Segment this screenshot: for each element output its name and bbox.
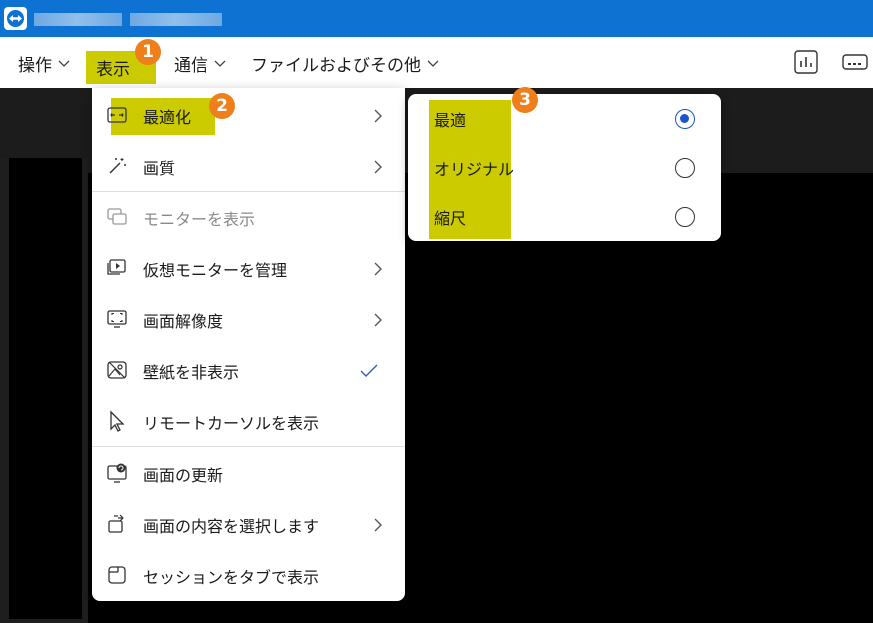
- view-menu-item-fit[interactable]: 最適化: [92, 90, 405, 141]
- wallpaper-icon: [107, 361, 127, 379]
- tab-icon: [108, 566, 126, 584]
- view-menu-item-select-content[interactable]: 画面の内容を選択します: [92, 499, 405, 550]
- refresh-screen-icon: [107, 463, 127, 483]
- fit-option-scaled[interactable]: 縮尺: [408, 192, 721, 241]
- remote-left-panel-inner: [9, 158, 82, 619]
- fit-screen-icon: [107, 107, 127, 123]
- menu-files-extras[interactable]: ファイルおよびその他: [251, 50, 441, 76]
- remote-keyboard-icon[interactable]: [841, 48, 869, 76]
- menu-bar: 操作 表示 1 通信 ファイルおよびその他: [0, 37, 873, 88]
- view-menu-item-fit-label: 最適化: [143, 107, 192, 127]
- view-menu-item-select-content-label: 画面の内容を選択します: [143, 516, 320, 536]
- checkmark-icon: [360, 364, 378, 377]
- radio-selected[interactable]: [675, 108, 695, 129]
- chevron-right-icon: [374, 262, 382, 275]
- menu-separator: [92, 446, 405, 447]
- step-badge-1: 1: [135, 39, 161, 65]
- menu-actions-label: 操作: [18, 55, 52, 76]
- menu-view-label: 表示: [96, 60, 130, 80]
- view-menu-item-refresh-screen-label: 画面の更新: [143, 465, 224, 485]
- step-badge-2: 2: [209, 93, 235, 119]
- teamviewer-logo-icon: [4, 7, 27, 30]
- magic-wand-icon: [109, 158, 126, 174]
- view-menu-item-screen-resolution-label: 画面解像度: [143, 311, 224, 331]
- view-menu-item-screen-resolution[interactable]: 画面解像度: [92, 294, 405, 345]
- chevron-right-icon: [374, 518, 382, 531]
- menu-actions[interactable]: 操作: [18, 50, 72, 76]
- chevron-right-icon: [374, 313, 382, 326]
- stats-chart-icon[interactable]: [792, 48, 820, 76]
- blurred-title-text: [34, 13, 122, 26]
- chevron-right-icon: [374, 160, 382, 173]
- cursor-icon: [110, 410, 125, 432]
- chevron-down-icon: [214, 60, 226, 67]
- chevron-down-icon: [58, 60, 70, 67]
- fit-option-best-fit-label: 最適: [434, 110, 467, 130]
- monitors-icon: [107, 208, 127, 225]
- select-content-icon: [108, 514, 124, 533]
- view-menu-item-virtual-monitors-label: 仮想モニターを管理: [143, 260, 288, 280]
- view-menu-item-hide-wallpaper[interactable]: 壁紙を非表示: [92, 345, 405, 396]
- chevron-down-icon: [427, 60, 439, 67]
- view-menu-item-remote-cursor[interactable]: リモートカーソルを表示: [92, 396, 405, 447]
- title-bar: [0, 0, 873, 37]
- view-menu-item-show-monitors: モニターを表示: [92, 192, 405, 243]
- view-menu-item-session-tabs-label: セッションをタブで表示: [143, 567, 320, 587]
- fit-option-original[interactable]: オリジナル: [408, 143, 721, 192]
- view-menu-item-session-tabs[interactable]: セッションをタブで表示: [92, 550, 405, 601]
- view-menu-item-refresh-screen[interactable]: 画面の更新: [92, 448, 405, 499]
- virtual-monitor-icon: [107, 259, 126, 275]
- fit-option-scaled-label: 縮尺: [434, 208, 467, 228]
- view-menu-item-remote-cursor-label: リモートカーソルを表示: [143, 413, 320, 433]
- menu-communicate-label: 通信: [174, 55, 208, 76]
- radio-unselected[interactable]: [675, 206, 695, 227]
- menu-files-extras-label: ファイルおよびその他: [251, 55, 421, 76]
- radio-unselected[interactable]: [675, 157, 695, 178]
- view-menu: 最適化 2 画質 モニターを表示 仮想モニターを管理 画面解像度 壁紙を非表示 …: [92, 88, 405, 601]
- fit-option-original-label: オリジナル: [434, 159, 515, 179]
- view-menu-item-quality-label: 画質: [143, 158, 176, 178]
- chevron-right-icon: [374, 109, 382, 122]
- fit-option-best-fit[interactable]: 最適: [408, 94, 721, 143]
- view-menu-item-virtual-monitors[interactable]: 仮想モニターを管理: [92, 243, 405, 294]
- blurred-title-text: [130, 13, 222, 26]
- screen-resolution-icon: [107, 310, 127, 328]
- view-menu-item-show-monitors-label: モニターを表示: [143, 209, 256, 229]
- menu-communicate[interactable]: 通信: [174, 50, 228, 76]
- view-menu-item-quality[interactable]: 画質: [92, 141, 405, 192]
- view-menu-item-hide-wallpaper-label: 壁紙を非表示: [143, 362, 240, 382]
